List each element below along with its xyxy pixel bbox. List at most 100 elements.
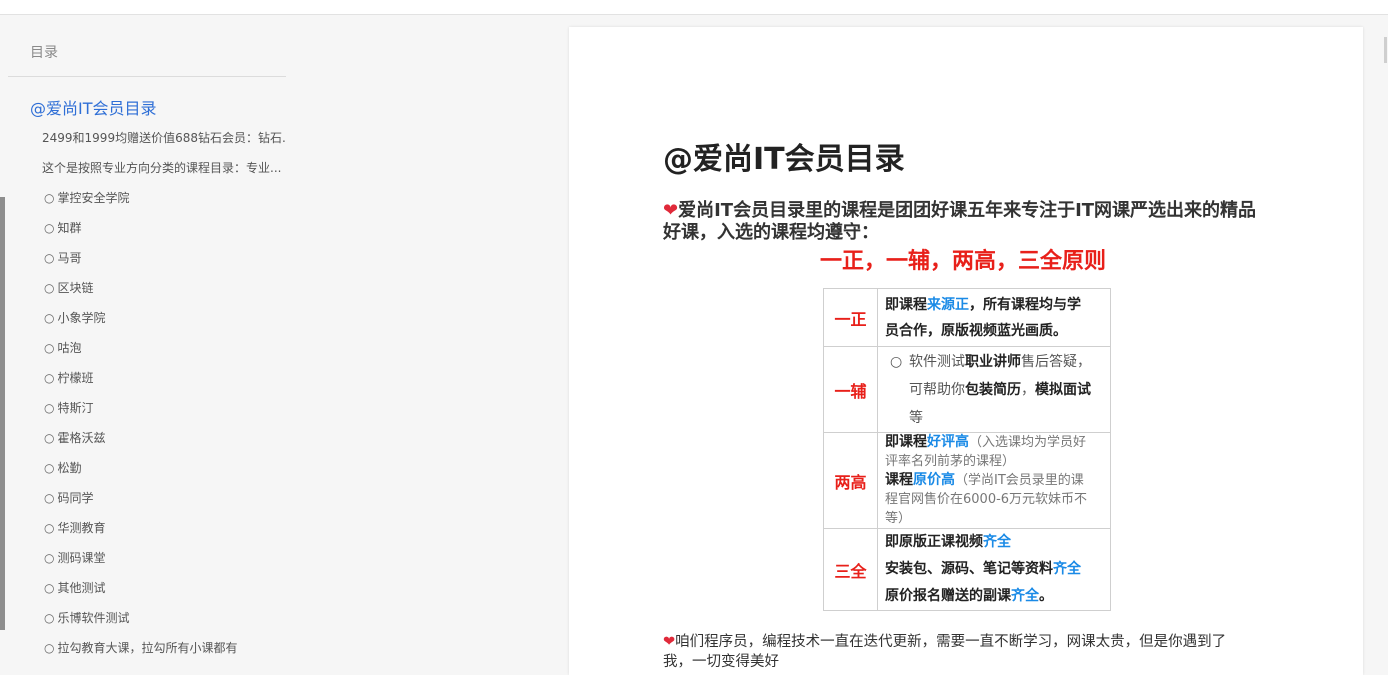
principle-description: 软件测试职业讲师售后答疑，可帮助你包装简历，模拟面试等 [877,346,1111,433]
bold-text: 包装简历 [965,381,1021,398]
principle-line: 即课程好评高（入选课均为学员好评率名列前茅的课程） [885,433,1094,471]
bullet-icon [44,401,57,415]
toc-subitem[interactable]: 马哥 [0,243,286,273]
principle-line: 原价报名赠送的副课齐全。 [885,583,1103,610]
toc-list: 2499和1999均赠送价值688钻石会员：钻石... 这个是按照专业方向分类的… [0,123,286,663]
toc-subitem-label: 柠檬班 [57,371,94,385]
toc-subitem-label: 特斯汀 [57,401,94,415]
toc-subitem[interactable]: 小象学院 [0,303,286,333]
principle-description: 即课程来源正，所有课程均与学员合作，原版视频蓝光画质。 [877,288,1111,347]
highlight-text: 好评高 [927,434,969,450]
bold-text: 模拟面试 [1035,381,1091,398]
table-row: 两高 即课程好评高（入选课均为学员好评率名列前茅的课程） 课程原价高（学尚IT会… [823,432,1111,529]
toc-subitem-label: 知群 [57,221,82,235]
text-segment: 安装包、源码、笔记等资料 [885,561,1053,577]
toc-subitem[interactable]: 柠檬班 [0,363,286,393]
toc-item[interactable]: 这个是按照专业方向分类的课程目录：专业... [0,153,286,183]
toc-subitem-label: 华测教育 [57,521,106,535]
highlight-text: 原价高 [913,472,955,488]
closing-text: 咱们程序员，编程技术一直在迭代更新，需要一直不断学习，网课太贵，但是你遇到了我，… [663,634,1227,670]
toc-subitem[interactable]: 区块链 [0,273,286,303]
bullet-icon [44,431,57,445]
bullet-icon [44,371,57,385]
toc-subitem[interactable]: 掌控安全学院 [0,183,286,213]
bullet-icon [44,581,57,595]
heart-icon [663,200,678,221]
principle-line: 安装包、源码、笔记等资料齐全 [885,556,1103,583]
highlight-text: 来源正 [927,296,969,313]
bullet-icon [44,641,57,655]
principle-description: 即课程好评高（入选课均为学员好评率名列前茅的课程） 课程原价高（学尚IT会员录里… [877,432,1111,529]
toc-subitem[interactable]: 拉勾教育大课，拉勾所有小课都有 [0,633,286,663]
document-body: @爱尚IT会员目录 爱尚IT会员目录里的课程是团团好课五年来专注于IT网课严选出… [663,140,1263,672]
toc-subitem[interactable]: 知群 [0,213,286,243]
principle-label: 三全 [823,528,878,611]
document-card: @爱尚IT会员目录 爱尚IT会员目录里的课程是团团好课五年来专注于IT网课严选出… [569,27,1363,675]
page-scrollbar[interactable] [1384,37,1387,63]
text-segment: 课程 [885,472,913,488]
toc-subitem-label: 码同学 [57,491,94,505]
principle-heading: 一正，一辅，两高，三全原则 [819,249,1106,274]
bullet-icon [44,551,57,565]
toc-subitem-label: 掌控安全学院 [57,191,130,205]
bullet-icon [44,191,57,205]
principle-description: 即原版正课视频齐全 安装包、源码、笔记等资料齐全 原价报名赠送的副课齐全。 [877,528,1111,611]
principle-label: 一正 [823,288,878,347]
toc-subitem-label: 松勤 [57,461,82,475]
toc-subitem-label: 小象学院 [57,311,106,325]
toc-title-link[interactable]: @爱尚IT会员目录 [30,98,157,120]
text-segment: 软件测试 [909,353,965,370]
toc-item[interactable]: 2499和1999均赠送价值688钻石会员：钻石... [0,123,286,153]
bullet-icon [44,461,57,475]
intro-paragraph: 爱尚IT会员目录里的课程是团团好课五年来专注于IT网课严选出来的精品好课，入选的… [663,200,1259,244]
toc-subitem-label: 乐博软件测试 [57,611,130,625]
bullet-icon [44,311,57,325]
highlight-text: 齐全 [1053,561,1081,577]
highlight-text: 齐全 [983,534,1011,550]
toc-subitem-label: 其他测试 [57,581,106,595]
table-row: 三全 即原版正课视频齐全 安装包、源码、笔记等资料齐全 原价报名赠送的副课齐全。 [823,528,1111,611]
toc-subitem-label: 区块链 [57,281,94,295]
table-row: 一正 即课程来源正，所有课程均与学员合作，原版视频蓝光画质。 [823,288,1111,347]
toc-subitem[interactable]: 乐博软件测试 [0,603,286,633]
heart-icon [663,634,675,650]
bullet-icon [44,251,57,265]
toc-subitem[interactable]: 咕泡 [0,333,286,363]
highlight-text: 齐全 [1011,588,1039,604]
toc-subitem[interactable]: 特斯汀 [0,393,286,423]
list-item: 软件测试职业讲师售后答疑，可帮助你包装简历，模拟面试等 [890,348,1098,432]
toc-sidebar: 目录 @爱尚IT会员目录 2499和1999均赠送价值688钻石会员：钻石...… [0,0,290,675]
toc-subitem[interactable]: 华测教育 [0,513,286,543]
bullet-icon [44,611,57,625]
text-segment: 即课程 [885,296,927,313]
bullet-icon [44,281,57,295]
intro-text: 爱尚IT会员目录里的课程是团团好课五年来专注于IT网课严选出来的精品好课，入选的… [663,200,1257,243]
sidebar-scrollbar[interactable] [0,197,5,630]
toc-subitem[interactable]: 测码课堂 [0,543,286,573]
toc-subitem-label: 拉勾教育大课，拉勾所有小课都有 [57,641,238,655]
toc-subitem-label: 霍格沃兹 [57,431,106,445]
toc-subitem-label: 马哥 [57,251,82,265]
toc-subitem[interactable]: 霍格沃兹 [0,423,286,453]
toc-subitem[interactable]: 其他测试 [0,573,286,603]
text-segment: 即原版正课视频 [885,534,983,550]
table-row: 一辅 软件测试职业讲师售后答疑，可帮助你包装简历，模拟面试等 [823,346,1111,433]
text-segment: ， [1021,381,1035,398]
page-title: @爱尚IT会员目录 [663,142,905,177]
principle-label: 一辅 [823,346,878,433]
text-segment: 原价报名赠送的副课 [885,588,1011,604]
toc-subitem-label: 测码课堂 [57,551,106,565]
text-segment: 即课程 [885,434,927,450]
principles-table: 一正 即课程来源正，所有课程均与学员合作，原版视频蓝光画质。 一辅 软件测试职业… [823,288,1111,611]
toc-subitem[interactable]: 松勤 [0,453,286,483]
toc-heading: 目录 [30,45,58,61]
bullet-icon [44,221,57,235]
text-segment: 。 [1039,588,1053,604]
bullet-icon [44,491,57,505]
bullet-icon [44,341,57,355]
closing-paragraph: 咱们程序员，编程技术一直在迭代更新，需要一直不断学习，网课太贵，但是你遇到了我，… [663,632,1255,672]
bold-text: 职业讲师 [965,353,1021,370]
toc-subitem[interactable]: 码同学 [0,483,286,513]
principle-line: 课程原价高（学尚IT会员录里的课程官网售价在6000-6万元软妹币不等） [885,471,1094,528]
toc-subitem-label: 咕泡 [57,341,82,355]
